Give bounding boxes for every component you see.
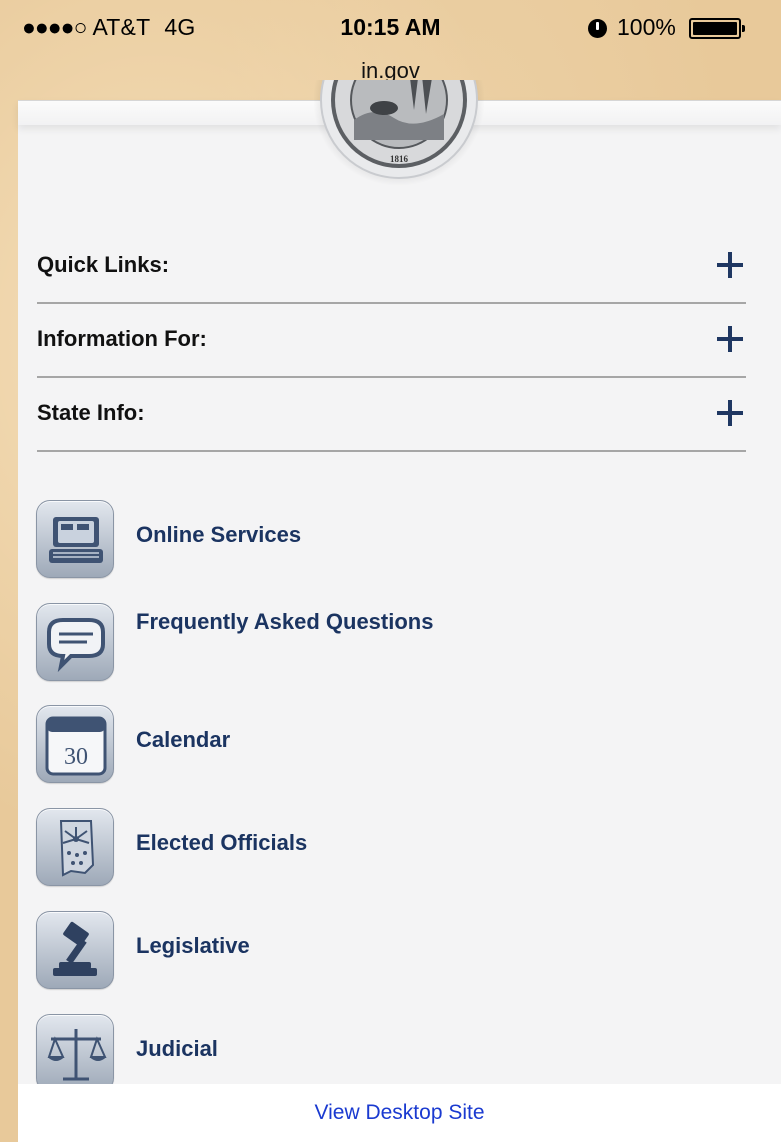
calendar-day: 30 [64, 744, 88, 770]
service-label: Judicial [136, 1036, 218, 1061]
alarm-clock-icon [588, 19, 607, 38]
calendar-icon: 30 [36, 705, 114, 783]
accordion-label: Information For: [37, 326, 207, 351]
service-label: Legislative [136, 933, 250, 958]
accordion-menu: Quick Links: Information For: State Info… [37, 230, 746, 452]
service-label: Calendar [136, 727, 231, 752]
accordion-information-for[interactable]: Information For: [37, 304, 746, 378]
accordion-quick-links[interactable]: Quick Links: [37, 230, 746, 304]
footer-bar: View Desktop Site [18, 1084, 781, 1142]
service-label: Elected Officials [136, 830, 308, 855]
service-calendar[interactable]: 30 Calendar [36, 705, 636, 785]
service-legislative[interactable]: Legislative [36, 911, 636, 991]
service-judicial[interactable]: Judicial [36, 1014, 636, 1094]
service-faq[interactable]: Frequently Asked Questions [36, 603, 636, 683]
service-elected-officials[interactable]: Elected Officials [36, 808, 636, 888]
accordion-label: State Info: [37, 400, 145, 425]
battery-percentage: 100% [617, 14, 676, 40]
scales-icon [36, 1014, 114, 1092]
accordion-state-info[interactable]: State Info: [37, 378, 746, 452]
service-label: Frequently Asked Questions [136, 609, 434, 634]
web-page: 1816 Quick Links: Information For: State… [18, 80, 781, 1142]
service-label: Online Services [136, 522, 302, 547]
view-desktop-site-link[interactable]: View Desktop Site [18, 1101, 781, 1125]
computer-icon [36, 500, 114, 578]
status-bar: ●●●●○ AT&T 4G 10:15 AM 100% [0, 0, 781, 50]
indiana-map-icon [36, 808, 114, 886]
plus-icon[interactable] [717, 326, 743, 352]
battery-icon [689, 18, 745, 39]
plus-icon[interactable] [717, 400, 743, 426]
speech-bubble-icon [36, 603, 114, 681]
service-online-services[interactable]: Online Services [36, 500, 636, 580]
svg-text:1816: 1816 [390, 154, 409, 164]
plus-icon[interactable] [717, 252, 743, 278]
accordion-label: Quick Links: [37, 252, 170, 277]
gavel-icon [36, 911, 114, 989]
state-seal-icon[interactable]: 1816 [314, 80, 484, 188]
